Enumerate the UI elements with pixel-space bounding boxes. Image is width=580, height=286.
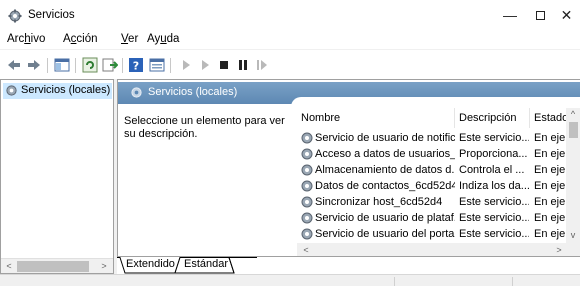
- service-gear-icon: [301, 180, 313, 192]
- toolbar-separator: [75, 58, 76, 73]
- scroll-up-icon[interactable]: ^: [566, 108, 580, 121]
- menu-bar: Archivo Acción Ver Ayuda: [0, 30, 580, 49]
- details-header: Servicios (locales): [118, 80, 580, 109]
- service-state: En ejec: [534, 180, 565, 192]
- tab-standard[interactable]: Estándar: [179, 257, 233, 273]
- restart-icon[interactable]: [254, 57, 270, 73]
- table-row[interactable]: Servicio de usuario del porta... Este se…: [297, 226, 580, 242]
- toolbar: ?: [0, 49, 580, 79]
- forward-arrow-icon[interactable]: [26, 57, 42, 73]
- description-prompt: Seleccione un elemento para ver su descr…: [124, 115, 285, 140]
- service-name: Almacenamiento de datos d...: [315, 164, 455, 176]
- table-row[interactable]: Acceso a datos de usuarios_6... Proporci…: [297, 146, 580, 162]
- service-gear-icon: [301, 148, 313, 160]
- close-icon: ✕: [560, 7, 573, 23]
- service-name: Acceso a datos de usuarios_6...: [315, 148, 455, 160]
- play-selected-icon[interactable]: [197, 57, 213, 73]
- toolbar-separator: [170, 58, 171, 73]
- service-gear-icon: [301, 164, 313, 176]
- scroll-right-icon[interactable]: >: [552, 244, 566, 256]
- table-row[interactable]: Sincronizar host_6cd52d4 Este servicio..…: [297, 194, 580, 210]
- column-header-description[interactable]: Descripción: [455, 108, 530, 128]
- service-name: Servicio de usuario de plataf...: [315, 212, 455, 224]
- status-separator: [394, 277, 395, 286]
- toolbar-separator: [47, 58, 48, 73]
- status-bar: [0, 274, 580, 286]
- scroll-right-icon[interactable]: >: [97, 260, 111, 273]
- close-button[interactable]: ✕: [553, 0, 580, 30]
- help-icon[interactable]: ?: [128, 57, 144, 73]
- properties-icon[interactable]: [149, 57, 165, 73]
- service-description: Controla el ...: [459, 164, 525, 176]
- scrollbar-thumb[interactable]: [569, 122, 578, 138]
- window-title: Servicios: [28, 9, 75, 21]
- tree-item-label: Servicios (locales): [21, 84, 111, 96]
- console-tree-pane: Servicios (locales) < >: [0, 79, 113, 274]
- menu-archivo[interactable]: Archivo: [7, 33, 45, 45]
- service-name: Servicio de usuario de notific...: [315, 132, 455, 144]
- scroll-left-icon[interactable]: <: [299, 244, 313, 256]
- scroll-left-icon[interactable]: <: [2, 260, 16, 273]
- svg-text:?: ?: [133, 60, 139, 73]
- service-state: En ejec: [534, 132, 565, 144]
- service-name: Servicio de usuario del porta...: [315, 228, 455, 240]
- title-bar: Servicios — ✕: [0, 0, 580, 30]
- maximize-button[interactable]: [527, 0, 553, 30]
- service-description: Indiza los da...: [459, 180, 529, 192]
- maximize-icon: [536, 11, 545, 20]
- menu-ayuda[interactable]: Ayuda: [147, 33, 179, 45]
- service-description: Este servicio...: [459, 132, 529, 144]
- pause-icon[interactable]: [235, 57, 251, 73]
- list-horizontal-scrollbar[interactable]: < >: [297, 243, 580, 256]
- toolbar-separator: [122, 58, 123, 73]
- tree-horizontal-scrollbar[interactable]: < >: [1, 258, 113, 273]
- console-tree-icon[interactable]: [54, 57, 70, 73]
- scrollbar-thumb[interactable]: [17, 261, 89, 272]
- services-list: Nombre Descripción Estado Servicio de us…: [297, 108, 580, 256]
- service-state: En ejec: [534, 212, 565, 224]
- scroll-down-icon[interactable]: v: [566, 229, 580, 242]
- table-row[interactable]: Almacenamiento de datos d... Controla el…: [297, 162, 580, 178]
- stop-icon[interactable]: [216, 57, 232, 73]
- minimize-icon: —: [503, 7, 517, 23]
- service-gear-icon: [301, 132, 313, 144]
- services-gear-icon: [8, 9, 22, 23]
- service-description: Este servicio...: [459, 196, 529, 208]
- service-gear-icon: [301, 196, 313, 208]
- service-state: En ejec: [534, 196, 565, 208]
- service-name: Sincronizar host_6cd52d4: [315, 196, 443, 208]
- menu-accion[interactable]: Acción: [63, 33, 98, 45]
- service-state: En ejec: [534, 228, 565, 240]
- export-list-icon[interactable]: [102, 57, 118, 73]
- play-icon[interactable]: [178, 57, 194, 73]
- tab-extended[interactable]: Extendido: [121, 257, 180, 273]
- service-state: En ejec: [534, 148, 565, 160]
- back-arrow-icon[interactable]: [6, 57, 22, 73]
- details-pane: Servicios (locales) Seleccione un elemen…: [117, 79, 580, 257]
- services-gear-icon: [131, 87, 142, 98]
- refresh-icon[interactable]: [82, 57, 98, 73]
- service-description: Proporciona...: [459, 148, 528, 160]
- service-name: Datos de contactos_6cd52d4: [315, 180, 455, 192]
- service-state: En ejec: [534, 164, 565, 176]
- services-gear-icon: [6, 85, 17, 96]
- status-separator: [512, 277, 513, 286]
- table-row[interactable]: Servicio de usuario de plataf... Este se…: [297, 210, 580, 226]
- list-vertical-scrollbar[interactable]: ^ v: [566, 108, 580, 243]
- tree-item-services-local[interactable]: Servicios (locales): [3, 83, 113, 99]
- details-header-title: Servicios (locales): [148, 86, 238, 98]
- service-description: Este servicio...: [459, 228, 529, 240]
- service-gear-icon: [301, 212, 313, 224]
- view-tabs: Extendido Estándar: [117, 257, 580, 274]
- service-gear-icon: [301, 228, 313, 240]
- table-row[interactable]: Servicio de usuario de notific... Este s…: [297, 130, 580, 146]
- column-header-name[interactable]: Nombre: [297, 108, 455, 128]
- service-description: Este servicio...: [459, 212, 529, 224]
- menu-ver[interactable]: Ver: [121, 33, 138, 45]
- table-row[interactable]: Datos de contactos_6cd52d4 Indiza los da…: [297, 178, 580, 194]
- column-header-state[interactable]: Estado: [530, 108, 566, 128]
